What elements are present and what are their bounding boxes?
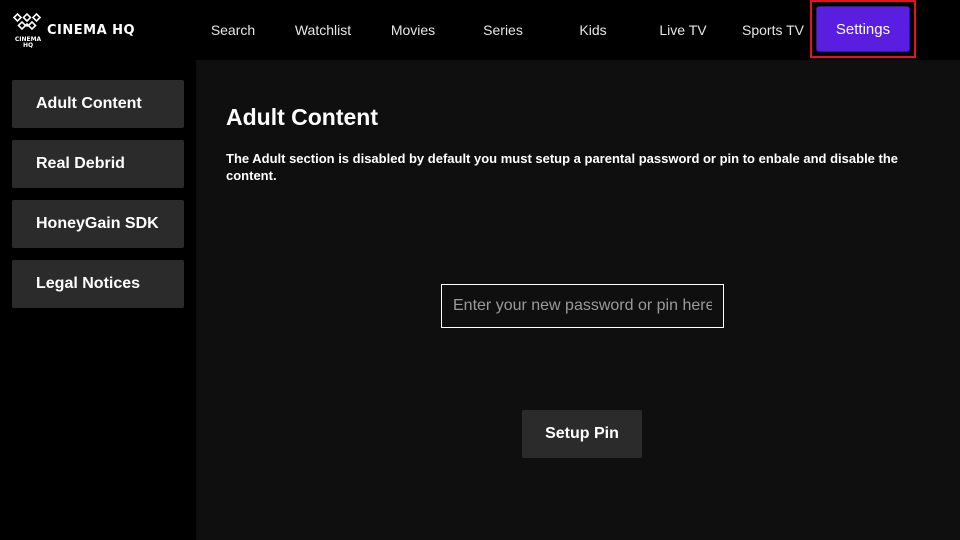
page-title: Adult Content [226,104,379,130]
settings-sidebar: Adult Content Real Debrid HoneyGain SDK … [0,60,196,540]
sidebar-item-adult-content[interactable]: Adult Content [12,80,184,128]
nav-item-settings[interactable]: Settings [816,6,910,52]
nav-item-kids[interactable]: Kids [556,0,630,60]
nav-item-watchlist[interactable]: Watchlist [284,0,362,60]
nav-item-sports-tv[interactable]: Sports TV [736,0,810,60]
logo-pattern-icon [12,12,42,31]
nav-item-movies[interactable]: Movies [376,0,450,60]
pin-password-input[interactable] [441,284,724,328]
nav-item-search[interactable]: Search [196,0,270,60]
top-navigation-bar: CINEMA HQ CINEMA HQ Search Watchlist Mov… [0,0,960,60]
brand-name: CINEMA HQ [47,23,136,38]
brand-badge-line2: HQ [22,42,34,49]
nav-item-live-tv[interactable]: Live TV [646,0,720,60]
nav-item-series[interactable]: Series [466,0,540,60]
sidebar-item-legal-notices[interactable]: Legal Notices [12,260,184,308]
sidebar-item-real-debrid[interactable]: Real Debrid [12,140,184,188]
section-description: The Adult section is disabled by default… [226,151,899,183]
settings-content-panel: Adult Content The Adult section is disab… [196,60,960,540]
setup-pin-button[interactable]: Setup Pin [522,410,642,458]
app-logo[interactable]: CINEMA HQ CINEMA HQ [12,12,142,52]
sidebar-item-honeygain-sdk[interactable]: HoneyGain SDK [12,200,184,248]
brand-badge: CINEMA HQ [13,37,43,49]
